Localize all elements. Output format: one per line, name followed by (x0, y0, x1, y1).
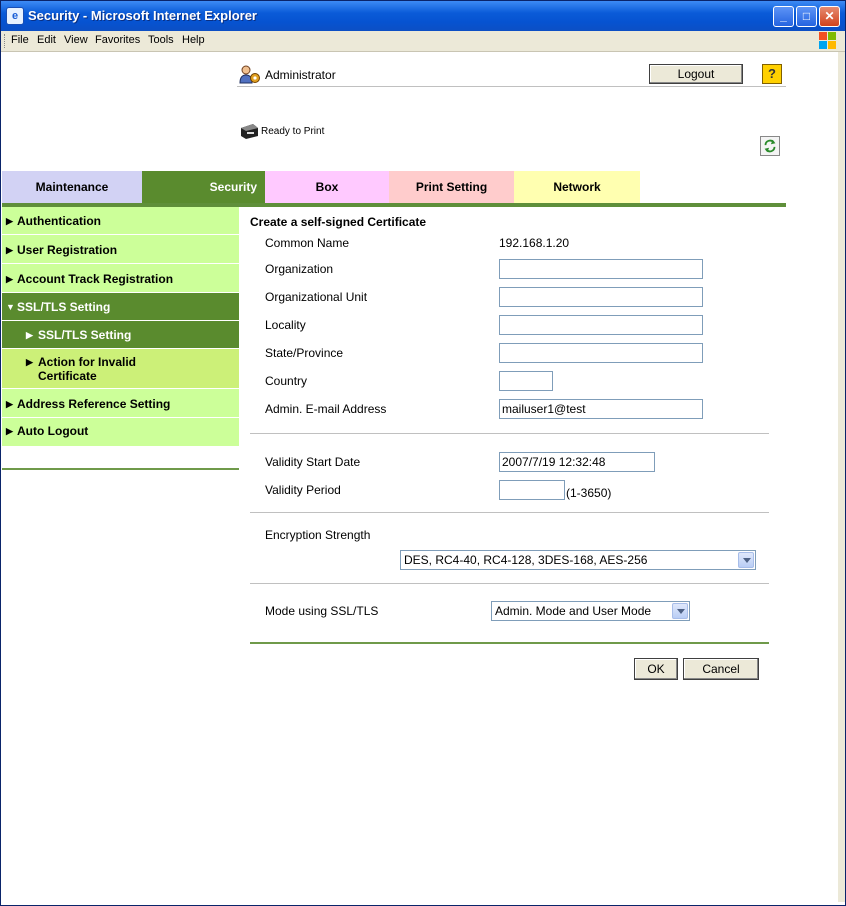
printer-status: Ready to Print (261, 126, 325, 137)
common-name-label: Common Name (265, 236, 350, 250)
menu-view[interactable]: View (64, 34, 88, 46)
tab-box[interactable]: Box (265, 171, 389, 203)
arrow-right-icon: ▶ (6, 245, 13, 255)
arrow-down-icon: ▼ (6, 302, 15, 312)
locality-label: Locality (265, 318, 306, 332)
sidebar-item-label: Account Track Registration (17, 272, 174, 286)
main-tabs: Maintenance Security Box Print Setting N… (2, 171, 786, 203)
cancel-button[interactable]: Cancel (683, 658, 759, 680)
section-divider (250, 583, 769, 584)
refresh-icon[interactable] (760, 136, 780, 156)
section-divider (250, 433, 769, 434)
tab-print-setting[interactable]: Print Setting (389, 171, 514, 203)
sidebar-item-account-track[interactable]: ▶ Account Track Registration (2, 264, 239, 293)
page-content: Administrator Logout ? Ready to Print Ma… (2, 52, 838, 902)
sidebar-item-label: Auto Logout (17, 424, 89, 438)
state-input[interactable] (499, 343, 703, 363)
sidebar-item-ssl-tls[interactable]: ▼ SSL/TLS Setting (2, 293, 239, 321)
chevron-down-icon[interactable] (672, 603, 688, 619)
mode-select[interactable]: Admin. Mode and User Mode (491, 601, 690, 621)
tab-network[interactable]: Network (514, 171, 640, 203)
encryption-selected-value: DES, RC4-40, RC4-128, 3DES-168, AES-256 (404, 553, 648, 567)
encryption-label: Encryption Strength (265, 528, 371, 542)
close-button[interactable]: ✕ (819, 6, 840, 27)
org-unit-label: Organizational Unit (265, 290, 368, 304)
sidebar-divider (2, 468, 239, 470)
sidebar-item-auto-logout[interactable]: ▶ Auto Logout (2, 418, 239, 446)
mode-label: Mode using SSL/TLS (265, 604, 379, 618)
section-divider (250, 512, 769, 513)
arrow-right-icon: ▶ (6, 274, 13, 284)
browser-window: e Security - Microsoft Internet Explorer… (0, 0, 846, 906)
form-bottom-divider (250, 642, 769, 644)
email-input[interactable] (499, 399, 703, 419)
email-label: Admin. E-mail Address (265, 402, 387, 416)
maximize-button[interactable]: □ (796, 6, 817, 27)
menu-favorites[interactable]: Favorites (95, 34, 140, 46)
chevron-down-icon[interactable] (738, 552, 754, 568)
printer-icon (241, 124, 258, 139)
menu-grip (4, 34, 7, 48)
sidebar-subitem-invalid-certificate[interactable]: ▶ Action for Invalid Certificate (2, 349, 239, 389)
validity-start-input[interactable] (499, 452, 655, 472)
sidebar-item-label: User Registration (17, 243, 118, 257)
ok-button[interactable]: OK (634, 658, 678, 680)
locality-input[interactable] (499, 315, 703, 335)
administrator-icon (239, 65, 260, 84)
organization-label: Organization (265, 262, 334, 276)
sidebar-item-label: Authentication (17, 214, 101, 228)
title-bar: e Security - Microsoft Internet Explorer… (1, 1, 845, 31)
state-label: State/Province (265, 346, 344, 360)
organization-input[interactable] (499, 259, 703, 279)
window-edge (838, 52, 845, 902)
menu-file[interactable]: File (11, 34, 29, 46)
tab-security[interactable]: Security (142, 171, 265, 203)
sidebar-item-label: SSL/TLS Setting (38, 328, 132, 342)
validity-period-label: Validity Period (265, 483, 341, 497)
menu-tools[interactable]: Tools (148, 34, 174, 46)
validity-period-input[interactable] (499, 480, 565, 500)
sidebar-item-address-reference[interactable]: ▶ Address Reference Setting (2, 389, 239, 418)
arrow-right-icon: ▶ (26, 357, 33, 367)
org-unit-input[interactable] (499, 287, 703, 307)
mode-selected-value: Admin. Mode and User Mode (495, 604, 652, 618)
logout-button[interactable]: Logout (649, 64, 743, 84)
help-button[interactable]: ? (762, 64, 782, 84)
sidebar-item-user-registration[interactable]: ▶ User Registration (2, 235, 239, 264)
windows-logo-icon (819, 32, 837, 50)
admin-header: Administrator Logout ? (237, 62, 786, 87)
window-title: Security - Microsoft Internet Explorer (28, 8, 257, 23)
tab-maintenance[interactable]: Maintenance (2, 171, 142, 203)
encryption-select[interactable]: DES, RC4-40, RC4-128, 3DES-168, AES-256 (400, 550, 756, 570)
arrow-right-icon: ▶ (6, 216, 13, 226)
user-name: Administrator (265, 68, 336, 82)
common-name-value: 192.168.1.20 (499, 236, 570, 250)
sidebar-subitem-ssl-tls-setting[interactable]: ▶ SSL/TLS Setting (2, 321, 239, 349)
country-input[interactable] (499, 371, 553, 391)
menu-help[interactable]: Help (182, 34, 205, 46)
menu-edit[interactable]: Edit (37, 34, 56, 46)
arrow-right-icon: ▶ (6, 399, 13, 409)
sidebar-item-label: SSL/TLS Setting (17, 300, 111, 314)
country-label: Country (265, 374, 308, 388)
sidebar-item-authentication[interactable]: ▶ Authentication (2, 207, 239, 235)
validity-start-label: Validity Start Date (265, 455, 361, 469)
minimize-button[interactable]: _ (773, 6, 794, 27)
ie-logo-icon: e (6, 7, 24, 25)
form-title: Create a self-signed Certificate (250, 215, 427, 229)
validity-period-hint: (1-3650) (566, 486, 612, 500)
sidebar-item-label: Action for Invalid Certificate (38, 355, 137, 383)
arrow-right-icon: ▶ (26, 330, 33, 340)
arrow-right-icon: ▶ (6, 426, 13, 436)
sidebar-item-label: Address Reference Setting (17, 397, 171, 411)
menu-bar: File Edit View Favorites Tools Help (1, 31, 845, 52)
